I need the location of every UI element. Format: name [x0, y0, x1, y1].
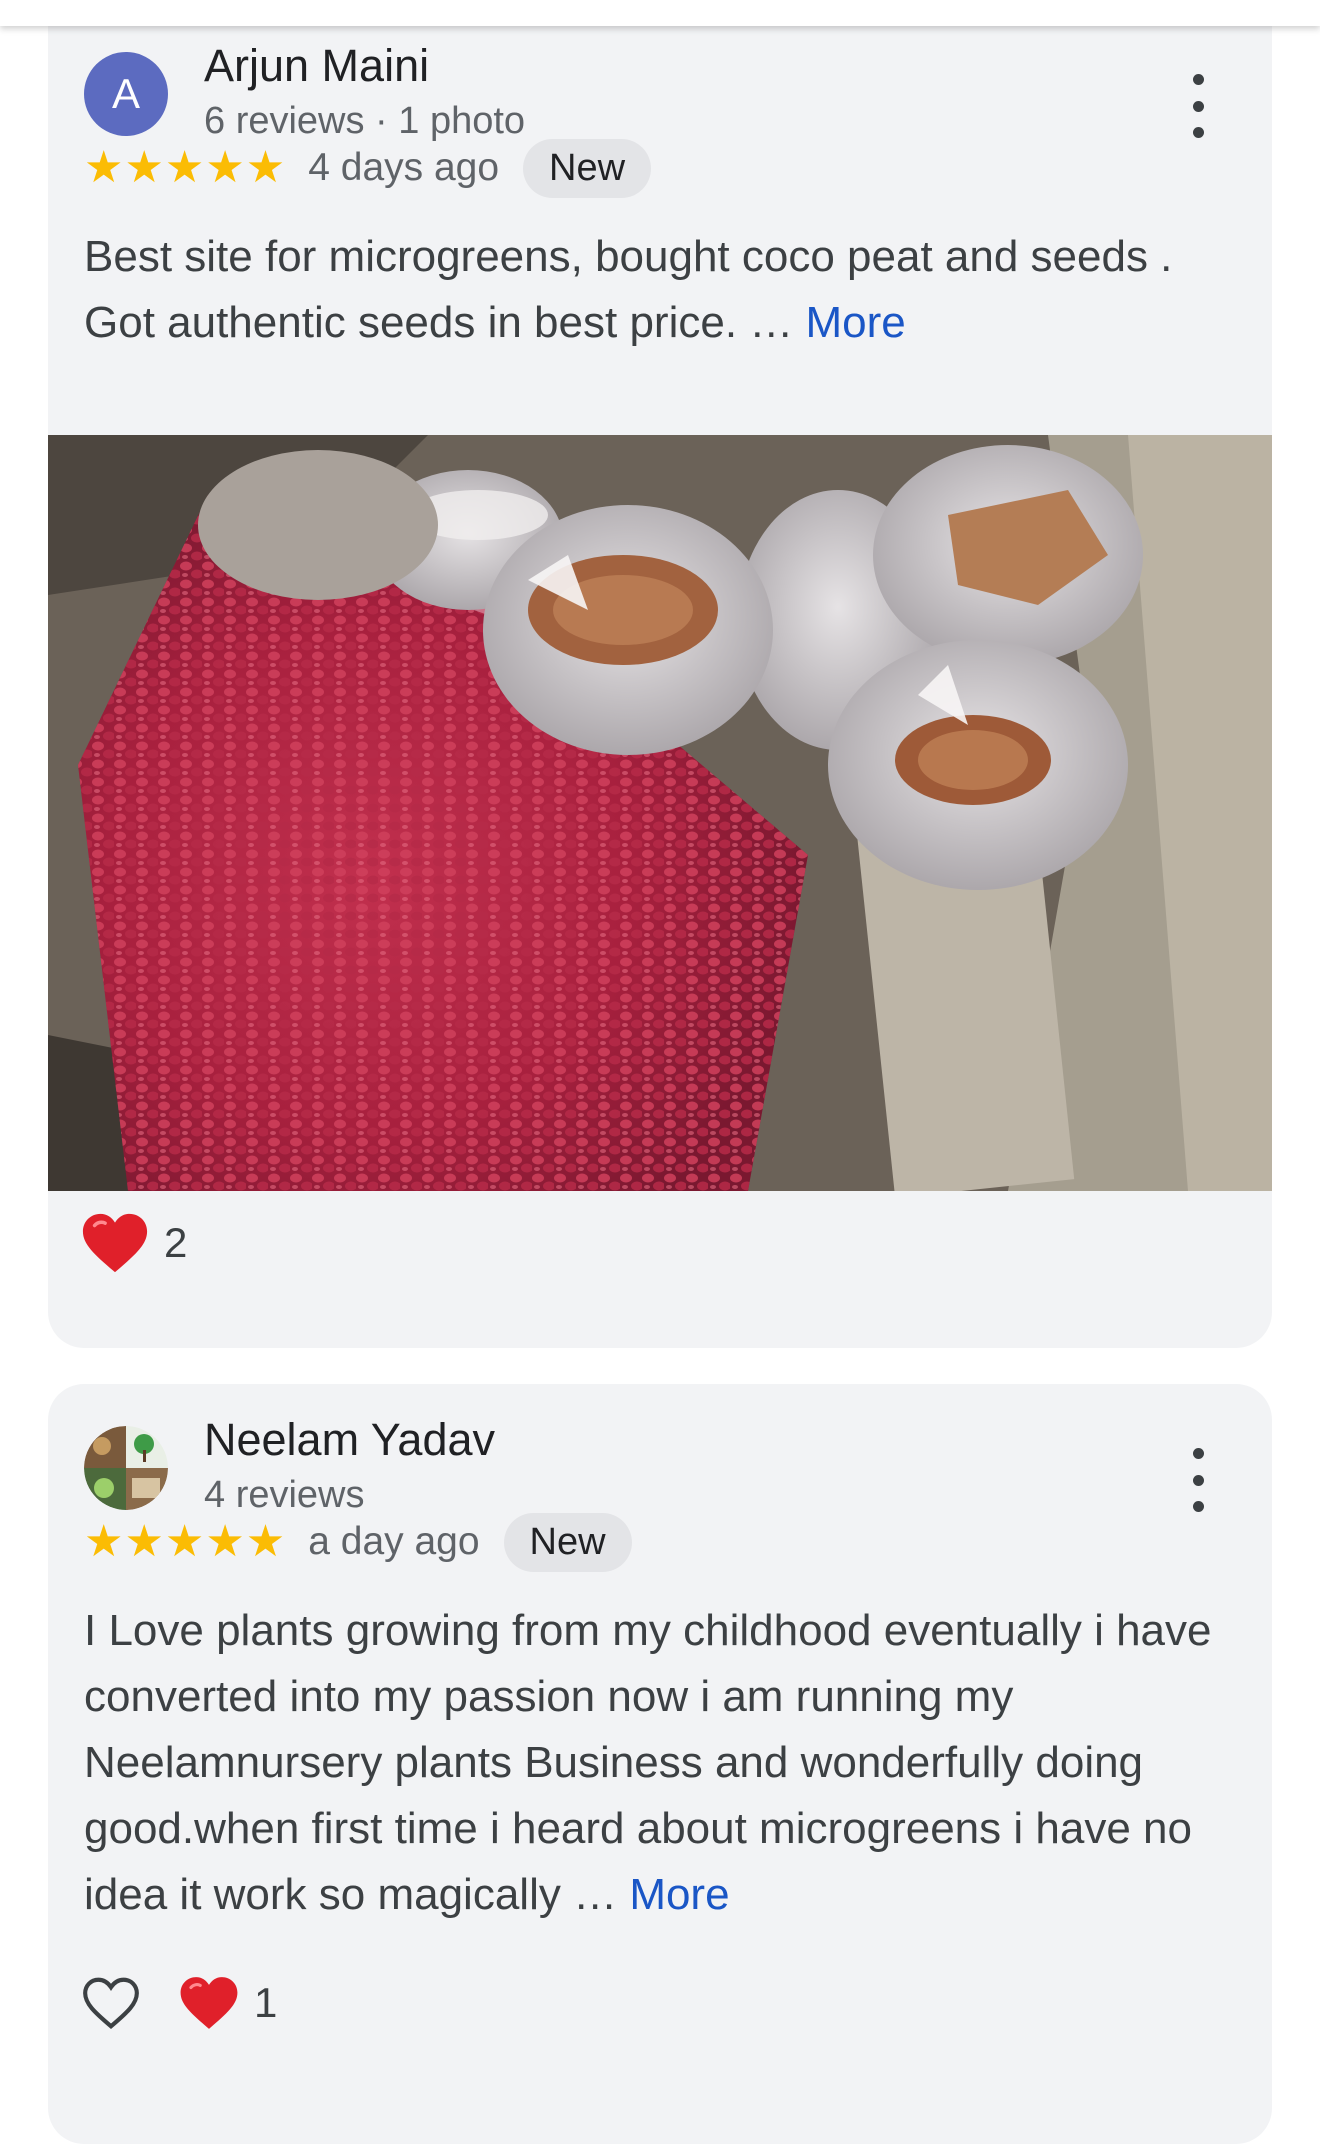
review-text-body: Best site for microgreens, bought coco p… [84, 232, 1173, 347]
new-badge: New [503, 1512, 632, 1572]
rating-row: ★★★★★ a day ago New [84, 1510, 632, 1574]
heart-outline-icon[interactable] [80, 1974, 142, 2032]
review-card: A Arjun Maini 6 reviews · 1 photo ★★★★★ … [48, 0, 1272, 1348]
review-date: a day ago [308, 1520, 480, 1563]
review-text: Best site for microgreens, bought coco p… [84, 224, 1234, 356]
more-options-icon[interactable] [1178, 1448, 1218, 1512]
avatar[interactable]: A [84, 52, 168, 136]
review-card: Neelam Yadav 4 reviews ★★★★★ a day ago N… [48, 1384, 1272, 2144]
new-badge: New [523, 138, 652, 198]
avatar-letter: A [111, 70, 140, 117]
top-bar-edge [0, 0, 1320, 26]
star-rating: ★★★★★ [84, 143, 287, 192]
reaction-count: 2 [164, 1219, 188, 1266]
more-link[interactable]: More [806, 298, 906, 347]
review-text: I Love plants growing from my childhood … [84, 1598, 1234, 1928]
rating-row: ★★★★★ 4 days ago New [84, 136, 652, 200]
nursery-collage-avatar[interactable] [84, 1426, 168, 1510]
star-rating: ★★★★★ [84, 1517, 287, 1566]
reviewer-name[interactable]: Arjun Maini [204, 40, 429, 92]
reaction-row: 1 [80, 1968, 277, 2038]
more-link[interactable]: More [629, 1870, 729, 1919]
reaction-count: 1 [254, 1979, 278, 2026]
review-date: 4 days ago [308, 146, 500, 189]
heart-filled-icon[interactable] [80, 1210, 150, 1276]
reaction-row: 2 [80, 1208, 187, 1278]
heart-filled-icon[interactable] [178, 1974, 240, 2032]
review-photo[interactable] [48, 435, 1272, 1191]
reviewer-name[interactable]: Neelam Yadav [204, 1414, 495, 1466]
more-options-icon[interactable] [1178, 74, 1218, 138]
